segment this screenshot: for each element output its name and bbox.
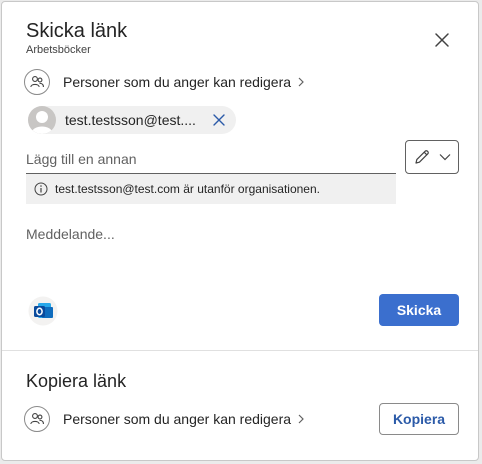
warning-text: test.testsson@test.com är utanför organi… (55, 182, 320, 196)
person-avatar (28, 106, 56, 134)
pencil-icon (415, 150, 429, 164)
copy-button[interactable]: Kopiera (379, 403, 459, 435)
info-icon (34, 182, 48, 196)
send-button[interactable]: Skicka (379, 294, 459, 326)
share-dialog: Skicka länk Arbetsböcker Personer som du… (1, 1, 479, 461)
copy-permission-setting[interactable]: Personer som du anger kan redigera (24, 405, 305, 433)
chevron-down-icon (439, 154, 451, 161)
people-icon (24, 69, 50, 95)
copy-link-title: Kopiera länk (26, 371, 127, 391)
remove-recipient-button[interactable] (212, 113, 226, 127)
outlook-button[interactable] (28, 296, 58, 326)
close-icon (435, 33, 449, 47)
chevron-right-icon (298, 414, 304, 424)
section-divider (2, 350, 478, 351)
copy-permission-label: Personer som du anger kan redigera (63, 411, 292, 427)
people-icon (24, 406, 50, 432)
send-permission-label: Personer som du anger kan redigera (63, 74, 292, 90)
add-recipient-input[interactable] (26, 144, 396, 174)
recipient-chip[interactable]: test.testsson@test.... (28, 106, 236, 134)
send-link-title: Skicka länk (26, 20, 128, 42)
dismiss-icon (213, 114, 225, 126)
send-permission-setting[interactable]: Personer som du anger kan redigera (24, 68, 305, 96)
recipient-email: test.testsson@test.... (65, 112, 196, 128)
edit-permission-dropdown[interactable] (405, 140, 459, 174)
outlook-icon (28, 296, 58, 326)
external-warning: test.testsson@test.com är utanför organi… (26, 174, 396, 204)
close-button[interactable] (432, 30, 452, 50)
file-type-subtitle: Arbetsböcker (26, 44, 91, 56)
chevron-right-icon (298, 77, 304, 87)
message-input[interactable] (26, 222, 460, 246)
